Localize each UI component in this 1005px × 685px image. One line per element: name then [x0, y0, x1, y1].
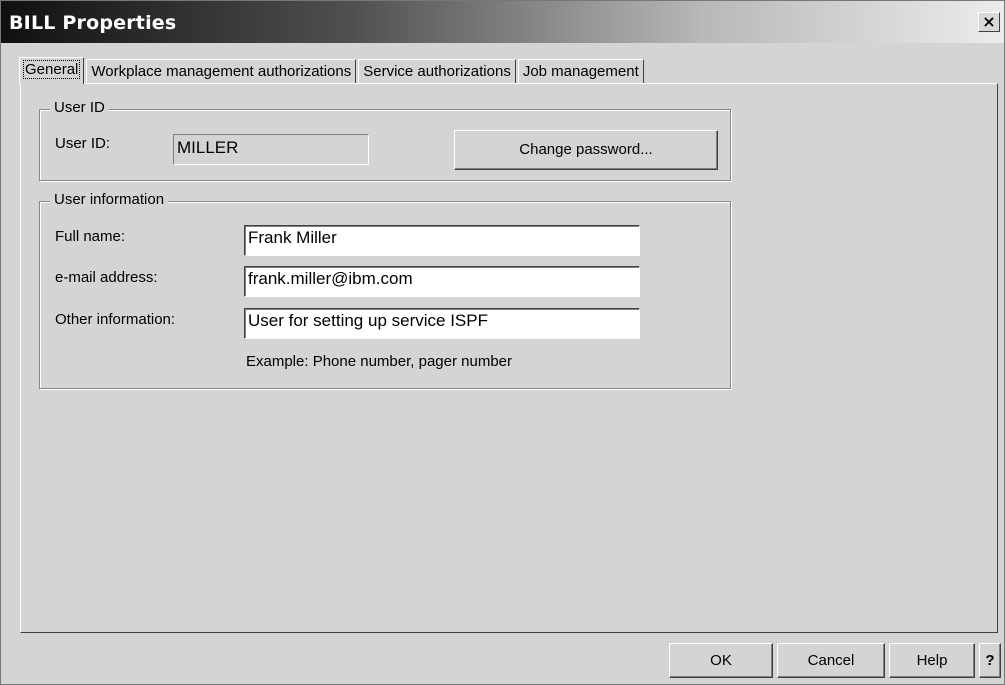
title-bar[interactable]: BILL Properties ×: [1, 1, 1004, 43]
tab-general[interactable]: General: [19, 57, 85, 84]
change-password-button[interactable]: Change password...: [454, 130, 718, 170]
email-input[interactable]: frank.miller@ibm.com: [244, 266, 640, 297]
user-information-group: User information Full name: Frank Miller…: [39, 191, 731, 389]
full-name-label: Full name:: [55, 228, 126, 245]
close-button[interactable]: ×: [978, 12, 1000, 32]
email-label: e-mail address:: [55, 269, 158, 286]
user-information-group-legend: User information: [50, 191, 169, 208]
window-title: BILL Properties: [9, 12, 177, 34]
properties-window: BILL Properties × General Workplace mana…: [0, 0, 1005, 685]
full-name-input[interactable]: Frank Miller: [244, 225, 640, 256]
other-information-input[interactable]: User for setting up service ISPF: [244, 308, 640, 339]
ok-button[interactable]: OK: [669, 643, 773, 678]
tab-strip: General Workplace management authorizati…: [19, 57, 646, 84]
other-information-label: Other information:: [55, 311, 176, 328]
user-id-label: User ID:: [55, 135, 111, 152]
user-id-group-legend: User ID: [50, 99, 109, 116]
tab-job-management[interactable]: Job management: [517, 59, 644, 84]
tab-general-label: General: [22, 60, 81, 79]
user-id-value: MILLER: [173, 134, 369, 165]
help-button[interactable]: Help: [889, 643, 975, 678]
other-information-hint: Example: Phone number, pager number: [246, 353, 512, 370]
user-id-group: User ID User ID: MILLER Change password.…: [39, 99, 731, 181]
tab-service-authorizations[interactable]: Service authorizations: [358, 59, 516, 84]
context-help-button[interactable]: ?: [979, 643, 1001, 678]
cancel-button[interactable]: Cancel: [777, 643, 885, 678]
general-tab-panel: User ID User ID: MILLER Change password.…: [20, 83, 998, 633]
tab-workplace-management-authorizations[interactable]: Workplace management authorizations: [86, 59, 357, 84]
